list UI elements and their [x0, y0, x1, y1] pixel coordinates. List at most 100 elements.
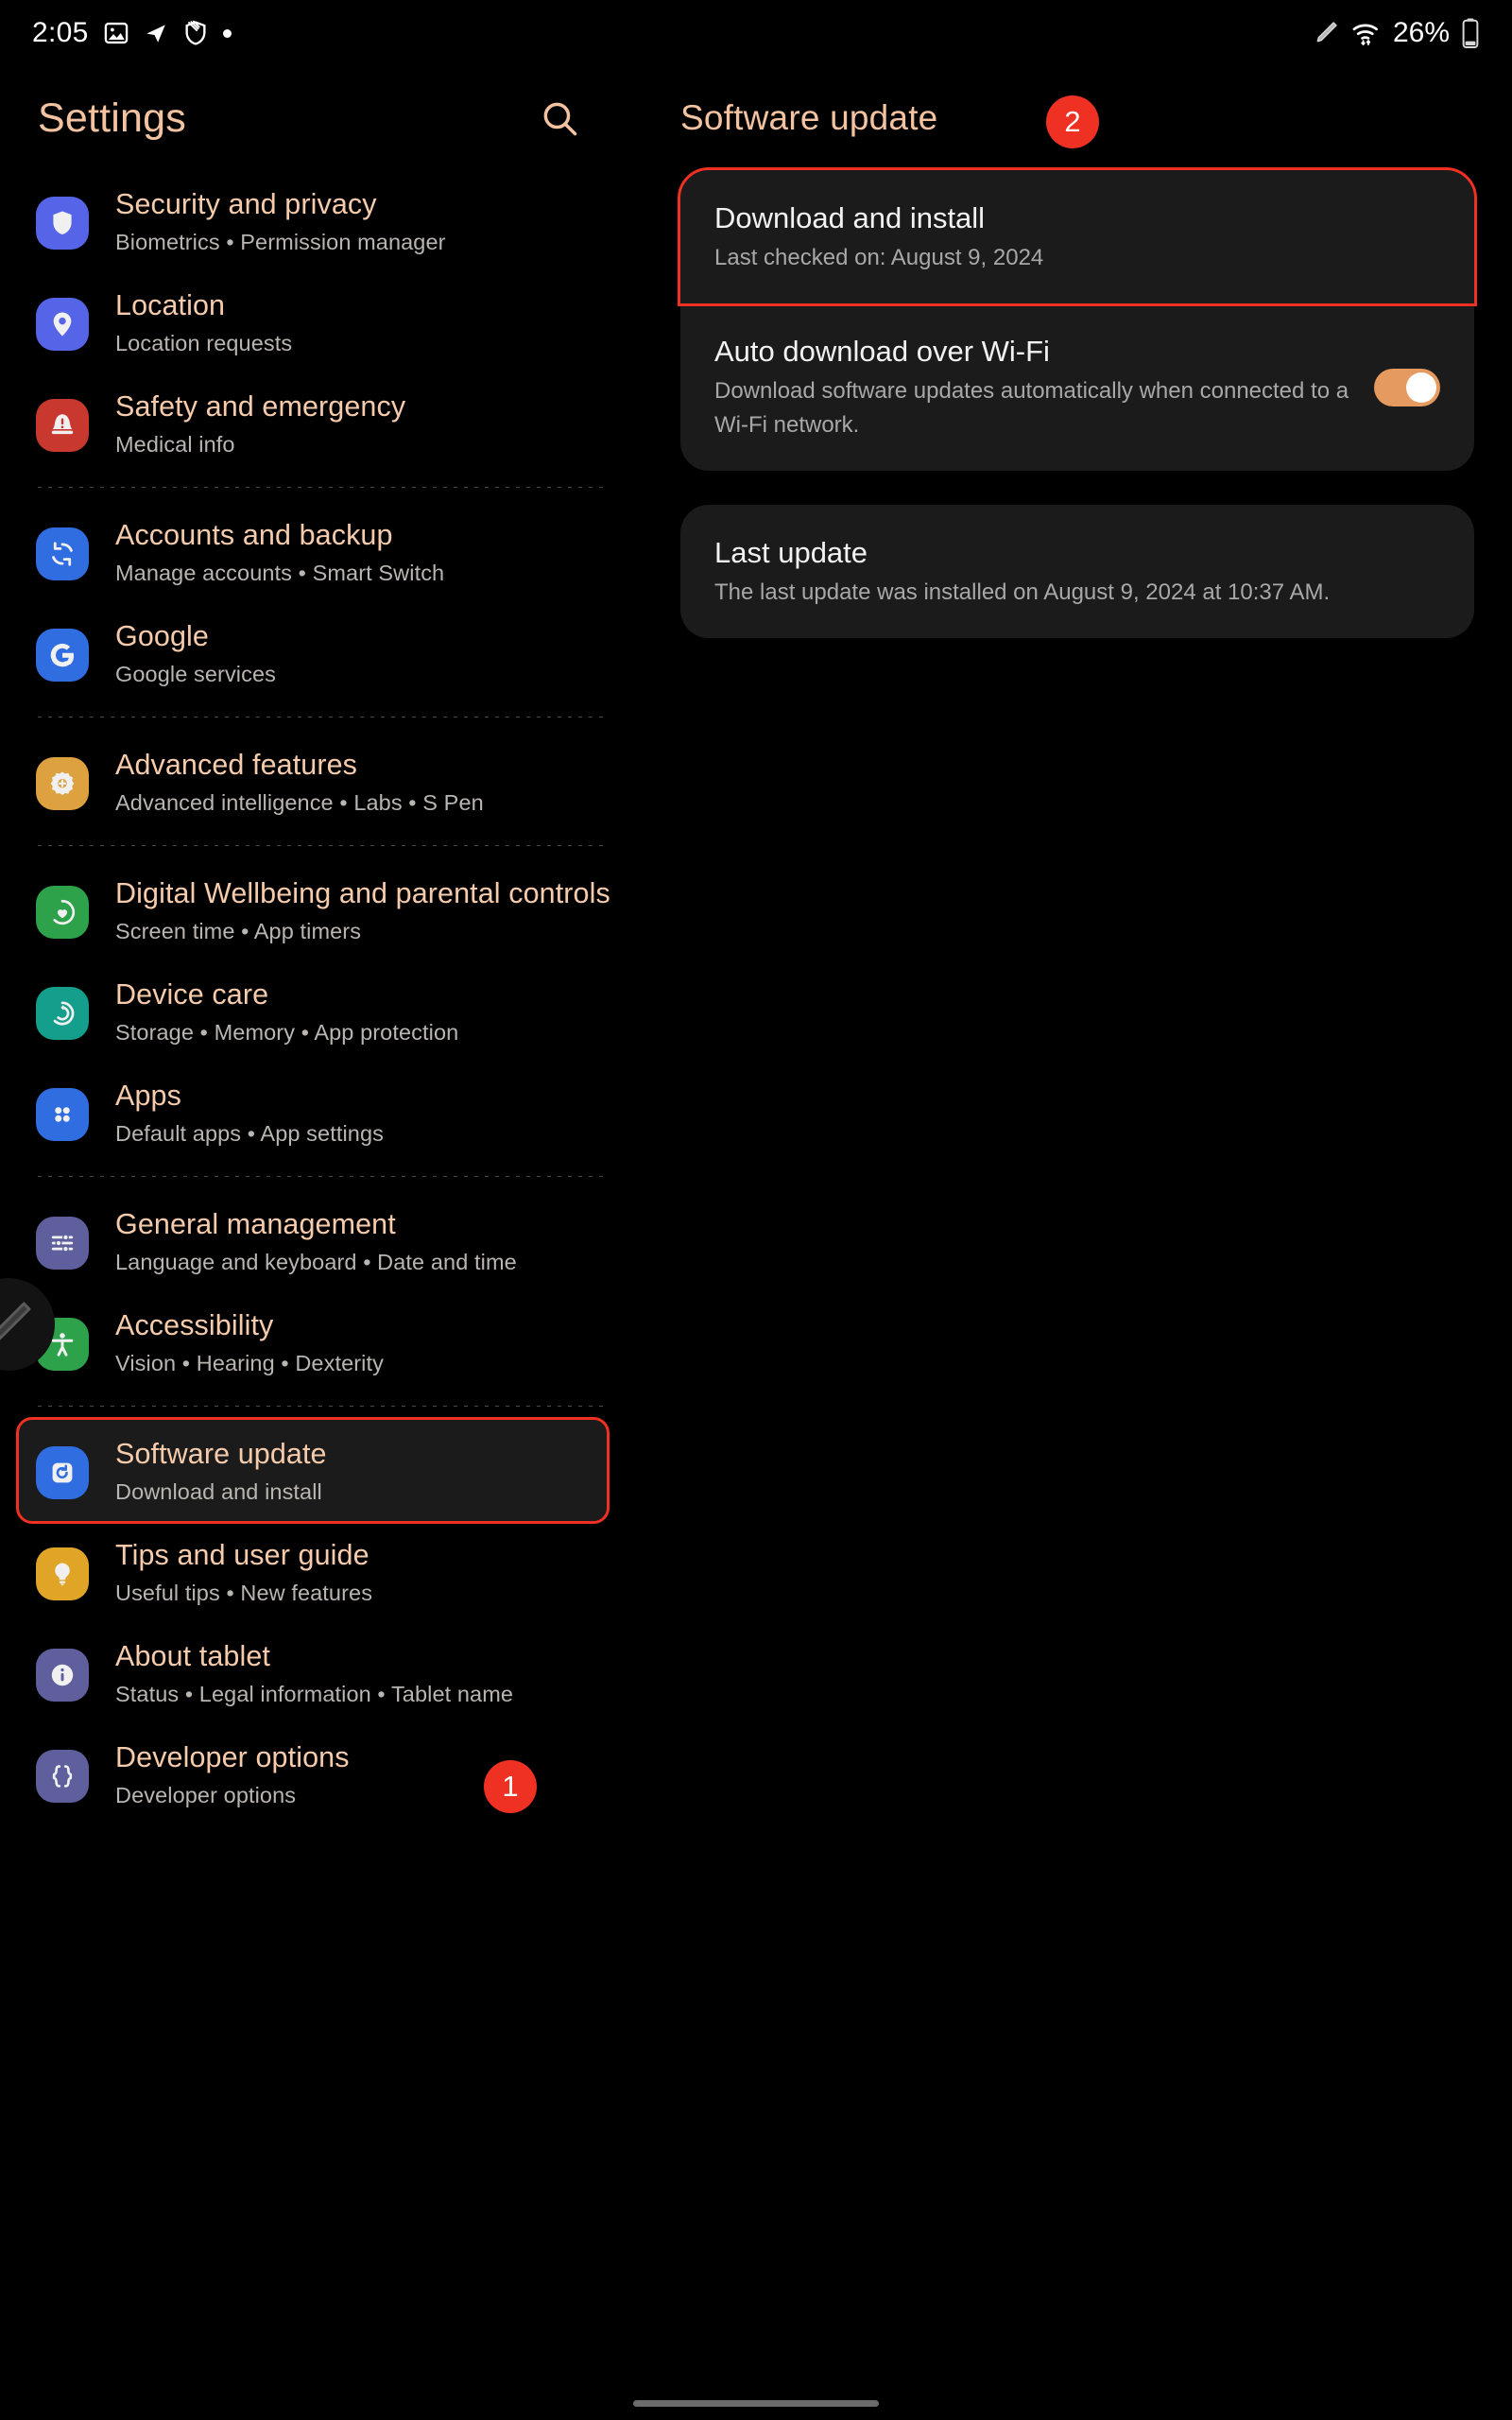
sidebar-item-label: Accessibility: [115, 1309, 274, 1341]
sidebar-item-text: Security and privacy Biometrics • Permiss…: [115, 183, 446, 258]
sidebar-item-tips-and-user-guide[interactable]: Tips and user guide Useful tips • New fea…: [0, 1521, 643, 1622]
last-update-row: Last update The last update was installe…: [680, 505, 1474, 638]
sidebar-item-text: Advanced features Advanced intelligence •…: [115, 744, 484, 819]
sidebar-item-text: Google Google services: [115, 615, 276, 690]
sidebar-item-accounts-and-backup[interactable]: Accounts and backup Manage accounts • Sma…: [0, 501, 643, 602]
icon-wrap: [36, 197, 89, 250]
sidebar-item-digital-wellbeing-and-parental-controls[interactable]: Digital Wellbeing and parental controls S…: [0, 859, 643, 960]
sidebar-item-apps[interactable]: Apps Default apps • App settings: [0, 1062, 643, 1163]
sidebar-item-general-management[interactable]: General management Language and keyboard …: [0, 1190, 643, 1291]
sidebar-item-label: Tips and user guide: [115, 1539, 369, 1571]
sliders-icon: [36, 1217, 89, 1270]
status-bar-left: 2:05: [32, 17, 232, 49]
shield-icon: [36, 197, 89, 250]
sidebar-item-sublabel: Developer options: [115, 1783, 297, 1807]
auto-download-sub: Download software updates automatically …: [714, 378, 1349, 438]
sidebar-item-label: Google: [115, 620, 209, 652]
section-divider: [38, 1406, 605, 1407]
home-indicator[interactable]: [633, 2400, 879, 2407]
location-pin-icon: [36, 298, 89, 351]
sidebar-item-text: Accessibility Vision • Hearing • Dexterit…: [115, 1305, 384, 1379]
icon-wrap: [36, 987, 89, 1040]
sidebar-item-label: About tablet: [115, 1640, 270, 1672]
navigation-arrow-icon: [144, 21, 168, 45]
sidebar-item-label: Safety and emergency: [115, 390, 406, 423]
sidebar-item-sublabel: Language and keyboard • Date and time: [115, 1250, 517, 1274]
settings-sidebar: Settings Security and privacy Biometrics …: [0, 66, 643, 2420]
sidebar-item-developer-options[interactable]: Developer options Developer options: [0, 1723, 643, 1824]
icon-wrap: [36, 1088, 89, 1141]
sidebar-item-label: Software update: [115, 1438, 327, 1470]
sidebar-item-sublabel: Vision • Hearing • Dexterity: [115, 1351, 384, 1375]
sidebar-item-text: Tips and user guide Useful tips • New fea…: [115, 1534, 372, 1609]
emergency-siren-icon: [36, 399, 89, 452]
google-g-icon: [36, 629, 89, 682]
battery-percent: 26%: [1392, 17, 1450, 48]
info-icon: [36, 1649, 89, 1702]
sidebar-item-text: Device care Storage • Memory • App protec…: [115, 974, 458, 1048]
sidebar-item-sublabel: Status • Legal information • Tablet name: [115, 1682, 514, 1706]
icon-wrap: [36, 1446, 89, 1499]
sidebar-item-sublabel: Advanced intelligence • Labs • S Pen: [115, 790, 484, 815]
icon-wrap: [36, 1217, 89, 1270]
sidebar-item-sublabel: Screen time • App timers: [115, 919, 362, 943]
braces-icon: [36, 1750, 89, 1803]
sidebar-item-label: Device care: [115, 978, 269, 1011]
sidebar-item-security-and-privacy[interactable]: Security and privacy Biometrics • Permiss…: [0, 170, 643, 271]
software-update-panel: Software update Download and install Las…: [643, 66, 1512, 2420]
last-update-sub: The last update was installed on August …: [714, 579, 1331, 605]
icon-wrap: [36, 399, 89, 452]
icon-wrap: [36, 1750, 89, 1803]
device-care-icon: [36, 987, 89, 1040]
status-bar-right: 26%: [1312, 17, 1480, 49]
sidebar-item-sublabel: Biometrics • Permission manager: [115, 230, 446, 254]
auto-download-toggle[interactable]: [1374, 368, 1440, 406]
auto-download-title: Auto download over Wi-Fi: [714, 335, 1050, 368]
sidebar-item-label: Location: [115, 289, 226, 321]
sidebar-item-label: Apps: [115, 1080, 181, 1112]
sidebar-item-label: Accounts and backup: [115, 519, 393, 551]
sidebar-item-sublabel: Download and install: [115, 1479, 322, 1504]
sidebar-item-accessibility[interactable]: Accessibility Vision • Hearing • Dexterit…: [0, 1291, 643, 1392]
section-divider: [38, 1176, 605, 1177]
annotation-badge-2: 2: [1046, 95, 1099, 148]
sidebar-item-label: General management: [115, 1208, 396, 1240]
annotation-badge-1: 1: [484, 1760, 537, 1813]
status-time: 2:05: [32, 17, 89, 48]
sidebar-item-about-tablet[interactable]: About tablet Status • Legal information •…: [0, 1622, 643, 1723]
sidebar-item-sublabel: Storage • Memory • App protection: [115, 1020, 459, 1045]
sidebar-item-sublabel: Manage accounts • Smart Switch: [115, 561, 445, 585]
sidebar-item-advanced-features[interactable]: Advanced features Advanced intelligence •…: [0, 731, 643, 832]
sidebar-item-device-care[interactable]: Device care Storage • Memory • App protec…: [0, 960, 643, 1062]
sidebar-item-label: Digital Wellbeing and parental controls: [115, 877, 610, 909]
toggle-knob: [1406, 372, 1436, 403]
icon-wrap: [36, 1649, 89, 1702]
gear-plus-icon: [36, 757, 89, 810]
detail-title: Software update: [680, 98, 938, 137]
apps-grid-icon: [36, 1088, 89, 1141]
sidebar-item-safety-and-emergency[interactable]: Safety and emergency Medical info: [0, 372, 643, 474]
icon-wrap: [36, 629, 89, 682]
sidebar-item-text: General management Language and keyboard …: [115, 1203, 517, 1278]
sidebar-item-text: Developer options Developer options: [115, 1737, 350, 1811]
last-update-card: Last update The last update was installe…: [680, 505, 1474, 638]
sidebar-item-sublabel: Useful tips • New features: [115, 1581, 373, 1605]
search-icon[interactable]: [533, 92, 586, 145]
wellbeing-heart-icon: [36, 886, 89, 939]
sidebar-item-label: Advanced features: [115, 749, 358, 781]
sidebar-item-text: Accounts and backup Manage accounts • Sma…: [115, 514, 444, 589]
sidebar-item-software-update[interactable]: Software update Download and install: [16, 1417, 610, 1524]
download-and-install-row[interactable]: Download and install Last checked on: Au…: [678, 167, 1477, 306]
settings-list: Security and privacy Biometrics • Permiss…: [0, 170, 643, 1824]
update-settings-card: Download and install Last checked on: Au…: [678, 167, 1477, 471]
sidebar-item-text: Location Location requests: [115, 285, 292, 359]
download-and-install-sub: Last checked on: August 9, 2024: [714, 245, 1044, 270]
image-icon: [103, 20, 129, 46]
sidebar-item-text: Software update Download and install: [115, 1433, 327, 1508]
auto-download-row[interactable]: Auto download over Wi-Fi Download softwa…: [680, 303, 1474, 471]
last-update-title: Last update: [714, 536, 868, 569]
sidebar-item-text: About tablet Status • Legal information •…: [115, 1635, 513, 1710]
sidebar-item-google[interactable]: Google Google services: [0, 602, 643, 703]
download-and-install-title: Download and install: [714, 201, 986, 234]
sidebar-item-location[interactable]: Location Location requests: [0, 271, 643, 372]
